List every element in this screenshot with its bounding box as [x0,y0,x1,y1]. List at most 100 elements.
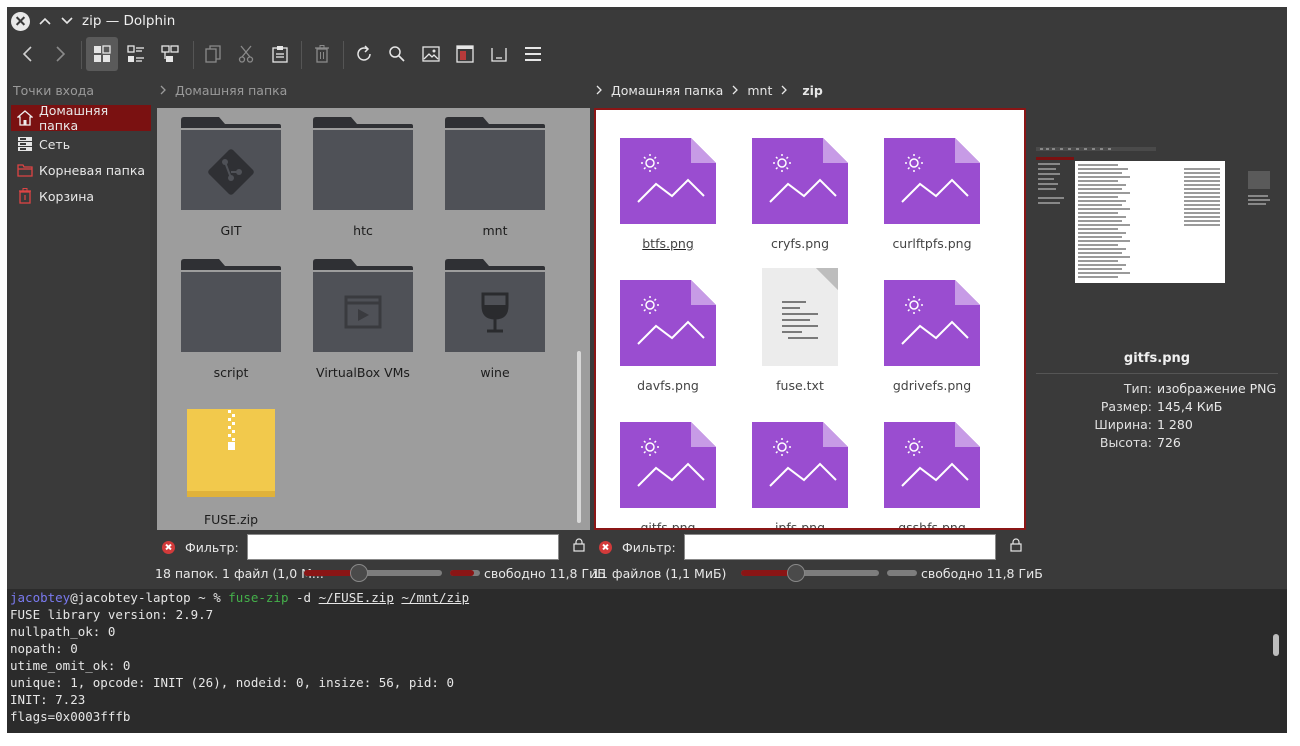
details-view-button[interactable] [154,37,186,71]
place-trash[interactable]: Корзина [11,183,151,209]
folder-item-git[interactable]: GIT [171,116,291,238]
item-name: gitfs.png [640,520,696,530]
item-name: VirtualBox VMs [316,365,410,380]
forward-button[interactable] [45,37,77,71]
close-filter-icon[interactable] [162,540,175,554]
place-root[interactable]: Корневая папка [11,157,151,183]
info-key: Размер: [1100,399,1152,414]
compact-view-icon [127,45,144,62]
info-row-size: Размер: 145,4 КиБ [1036,399,1286,414]
menu-button[interactable] [517,37,549,71]
network-icon [18,137,32,151]
back-button[interactable] [11,37,43,71]
left-filter-input[interactable] [246,534,559,560]
info-preview-image [1034,147,1276,287]
window-title: zip — Dolphin [82,13,176,29]
breadcrumb-item-home[interactable]: Домашняя папка [175,83,287,98]
paste-button[interactable] [264,37,296,71]
place-label: Домашняя папка [38,103,109,133]
breadcrumb-item-home[interactable]: Домашняя папка [611,83,723,98]
home-icon [16,110,33,126]
lock-icon [573,538,585,552]
place-label: Корзина [39,188,95,204]
terminal-panel-button[interactable] [483,37,515,71]
folder-item-script[interactable]: script [171,258,291,380]
main-toolbar [7,37,1287,73]
right-filter-input[interactable] [683,534,996,560]
file-item-btfs[interactable]: btfs.png [608,136,728,251]
info-divider [1036,373,1278,374]
info-row-type: Тип: изображение PNG [1036,381,1286,396]
search-icon [389,46,405,62]
image-file-icon [620,138,716,224]
right-free-space-text: свободно 11,8 ГиБ [921,565,1043,581]
compact-view-button[interactable] [120,37,152,71]
place-home[interactable]: Домашняя папка [11,103,151,133]
image-file-icon [752,138,848,224]
terminal-output-line: nullpath_ok: 0 [10,624,116,639]
folder-item-htc[interactable]: htc [303,116,423,238]
file-item-gdrivefs[interactable]: gdrivefs.png [872,278,992,393]
info-row-width: Ширина: 1 280 [1036,417,1286,432]
lock-filter-button[interactable] [573,538,585,556]
breadcrumb-item-zip[interactable]: zip [802,83,823,98]
terminal-panel[interactable]: jacobtey@jacobtey-laptop ~ % fuse-zip -d… [7,589,1287,733]
chevron-up-icon [39,17,51,25]
terminal-arg-source: ~/FUSE.zip [318,590,394,605]
close-filter-icon[interactable] [599,540,612,554]
place-network[interactable]: Сеть [11,131,151,157]
split-view-button[interactable] [449,37,481,71]
terminal-scrollbar[interactable] [1273,634,1279,656]
info-value: 145,4 КиБ [1157,399,1223,414]
file-item-gitfs[interactable]: gitfs.png [608,420,728,530]
terminal-command: fuse-zip [228,590,289,605]
zip-file-icon [187,409,275,497]
git-folder-icon [181,117,281,210]
preview-button[interactable] [415,37,447,71]
folder-item-wine[interactable]: wine [435,258,555,380]
chevron-down-icon [61,17,73,25]
file-item-ipfs[interactable]: ipfs.png [740,420,860,530]
title-bar: zip — Dolphin [7,7,1287,35]
minimize-window-button[interactable] [34,7,56,35]
icons-view-button[interactable] [86,37,118,71]
copy-button[interactable] [197,37,229,71]
item-name: GIT [220,223,242,238]
scissors-icon [238,45,254,63]
delete-button[interactable] [306,37,338,71]
terminal-output-line: flags=0x0003fffb [10,709,131,724]
item-name: ipfs.png [774,520,826,530]
breadcrumb-item-mnt[interactable]: mnt [747,83,772,98]
right-file-view[interactable]: btfs.png cryfs.png curlftpfs.png davfs.p… [594,108,1026,530]
left-scrollbar[interactable] [577,351,581,523]
search-button[interactable] [381,37,413,71]
folder-item-virtualbox-vms[interactable]: VirtualBox VMs [303,258,423,380]
item-name: davfs.png [637,378,699,393]
screenshot-thumbnail [1034,147,1276,287]
file-item-gsshfs[interactable]: gsshfs.png [872,420,992,528]
image-file-icon [752,422,848,508]
reload-button[interactable] [348,37,380,71]
arrow-right-icon [56,46,66,62]
file-item-fuse-txt[interactable]: fuse.txt [740,266,860,393]
image-preview-icon [422,46,440,62]
file-item-davfs[interactable]: davfs.png [608,278,728,393]
maximize-window-button[interactable] [56,7,78,35]
right-breadcrumb: Домашняя папка mnt zip [595,81,823,99]
file-item-cryfs[interactable]: cryfs.png [740,136,860,251]
terminal-prompt-line: jacobtey@jacobtey-laptop ~ % fuse-zip -d… [7,589,1287,606]
file-item-curlftpfs[interactable]: curlftpfs.png [872,136,992,251]
cut-button[interactable] [230,37,262,71]
left-breadcrumb: Домашняя папка [159,81,287,99]
lock-filter-button[interactable] [1010,538,1022,556]
left-filter-bar: Фильтр: [162,534,585,560]
left-free-space-text: свободно 11,8 ГиБ [484,565,606,581]
info-value: изображение PNG [1157,381,1277,396]
folder-item-mnt[interactable]: mnt [435,116,555,238]
close-window-button[interactable] [11,11,30,31]
file-item-fuse-zip[interactable]: FUSE.zip [171,408,291,527]
image-file-icon [620,280,716,366]
paste-icon [272,46,288,63]
left-file-view[interactable]: GIT htc mnt script VirtualBox VMs wine F… [157,108,590,530]
image-file-icon [884,280,980,366]
